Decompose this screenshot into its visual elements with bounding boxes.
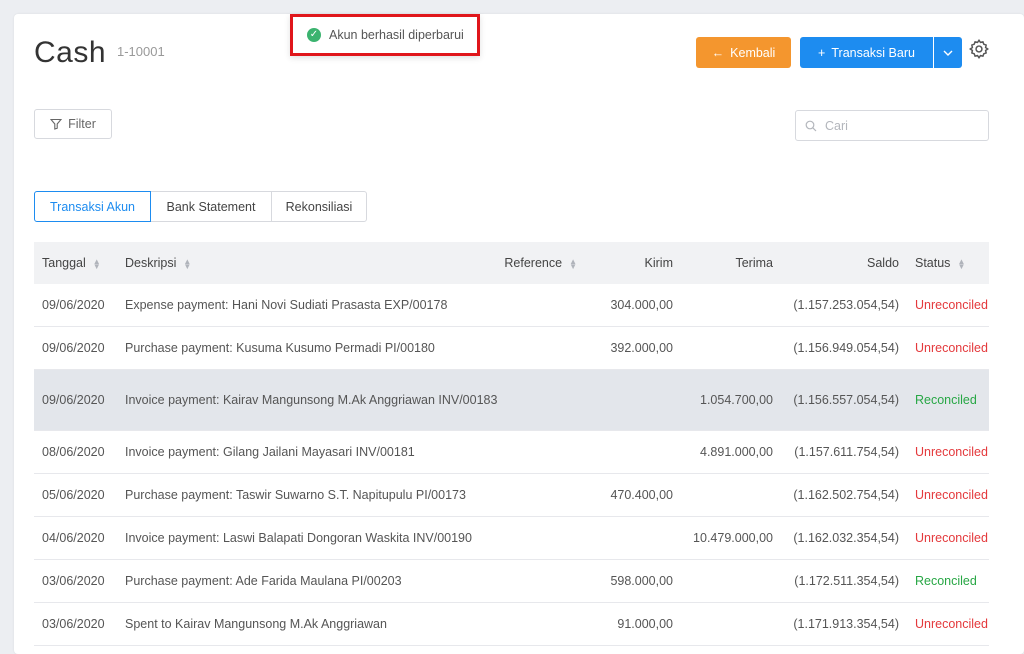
table-row[interactable]: 09/06/2020 Invoice payment: Kairav Mangun… (34, 370, 989, 431)
column-header-description[interactable]: Deskripsi ▲ ▼ (118, 254, 500, 272)
row-date: 03/06/2020 (42, 574, 105, 588)
column-header-date[interactable]: Tanggal ▲ ▼ (34, 256, 118, 270)
table-row[interactable]: 05/06/2020 Purchase payment: Taswir Suwar… (34, 474, 989, 517)
row-description: Invoice payment: Laswi Balapati Dongoran… (125, 531, 472, 545)
row-description: Expense payment: Hani Novi Sudiati Prasa… (125, 298, 448, 312)
column-header-balance: Saldo (867, 256, 899, 270)
row-balance: (1.162.502.754,54) (793, 488, 899, 502)
row-description: Invoice payment: Kairav Mangunsong M.Ak … (125, 393, 498, 407)
search-box[interactable] (795, 110, 989, 141)
success-toast: ✓ Akun berhasil diperbarui (290, 14, 480, 56)
row-sent: 598.000,00 (610, 574, 673, 588)
filter-button[interactable]: Filter (34, 109, 112, 139)
filter-label: Filter (68, 117, 96, 131)
chevron-down-icon (943, 50, 953, 56)
row-description: Purchase payment: Ade Farida Maulana PI/… (125, 574, 402, 588)
search-icon (805, 120, 817, 131)
table-header: Tanggal ▲ ▼ Deskripsi ▲ ▼ Reference ▲ ▼ Kirim … (34, 242, 989, 284)
row-received: 1.054.700,00 (700, 393, 773, 407)
tab-rekonsiliasi[interactable]: Rekonsiliasi (271, 191, 367, 222)
table-row[interactable]: 03/06/2020 Purchase payment: Ade Farida M… (34, 560, 989, 603)
row-date: 08/06/2020 (42, 445, 105, 459)
row-description: Spent to Kairav Mangunsong M.Ak Anggriaw… (125, 617, 387, 631)
row-balance: (1.156.949.054,54) (793, 341, 899, 355)
row-status[interactable]: Unreconciled (899, 617, 989, 631)
row-sent: 91.000,00 (617, 617, 673, 631)
sort-icon: ▲ ▼ (957, 256, 966, 271)
row-balance: (1.162.032.354,54) (793, 531, 899, 545)
column-header-status[interactable]: Status ▲ ▼ (899, 256, 989, 270)
table-row[interactable]: 09/06/2020 Expense payment: Hani Novi Sud… (34, 284, 989, 327)
row-balance: (1.171.913.354,54) (793, 617, 899, 631)
row-sent: 392.000,00 (610, 341, 673, 355)
row-sent: 304.000,00 (610, 298, 673, 312)
settings-gear-icon[interactable] (968, 38, 990, 60)
row-date: 09/06/2020 (42, 393, 105, 407)
toast-message: Akun berhasil diperbarui (329, 28, 464, 42)
search-input[interactable] (823, 117, 977, 134)
back-button[interactable]: ← Kembali (696, 37, 791, 68)
sort-icon: ▲ ▼ (183, 256, 192, 271)
check-circle-icon: ✓ (307, 28, 321, 42)
row-sent: 470.400,00 (610, 488, 673, 502)
column-reference-label: Reference (504, 256, 563, 270)
column-status-label: Status (915, 256, 951, 270)
table-row[interactable]: 09/06/2020 Purchase payment: Kusuma Kusum… (34, 327, 989, 370)
row-received: 10.479.000,00 (693, 531, 773, 545)
back-button-label: Kembali (730, 45, 776, 60)
row-description: Purchase payment: Kusuma Kusumo Permadi … (125, 341, 435, 355)
column-header-reference[interactable]: Reference ▲ ▼ (500, 256, 585, 270)
column-header-sent: Kirim (644, 256, 673, 270)
row-status[interactable]: Unreconciled (899, 298, 989, 312)
tab-bank-statement[interactable]: Bank Statement (150, 191, 272, 222)
row-balance: (1.157.611.754,54) (794, 445, 899, 459)
row-balance: (1.156.557.054,54) (793, 393, 899, 407)
row-balance: (1.172.511.354,54) (794, 574, 899, 588)
tab-transaksi-akun[interactable]: Transaksi Akun (34, 191, 151, 222)
account-code: 1-10001 (117, 44, 165, 59)
row-date: 05/06/2020 (42, 488, 105, 502)
row-status[interactable]: Unreconciled (899, 445, 989, 459)
new-transaction-label: Transaksi Baru (831, 45, 915, 60)
row-date: 09/06/2020 (42, 298, 105, 312)
row-status[interactable]: Unreconciled (899, 341, 989, 355)
table-row[interactable]: 08/06/2020 Invoice payment: Gilang Jailan… (34, 431, 989, 474)
table-body: 09/06/2020 Expense payment: Hani Novi Sud… (34, 284, 989, 646)
row-status[interactable]: Unreconciled (899, 488, 989, 502)
row-balance: (1.157.253.054,54) (793, 298, 899, 312)
arrow-left-icon: ← (711, 45, 725, 60)
row-date: 03/06/2020 (42, 617, 105, 631)
account-tabs: Transaksi Akun Bank Statement Rekonsilia… (34, 191, 367, 222)
row-received: 4.891.000,00 (700, 445, 773, 459)
row-date: 09/06/2020 (42, 341, 105, 355)
transactions-table: Tanggal ▲ ▼ Deskripsi ▲ ▼ Reference ▲ ▼ Kirim … (34, 242, 989, 646)
table-row[interactable]: 03/06/2020 Spent to Kairav Mangunsong M.A… (34, 603, 989, 646)
row-description: Purchase payment: Taswir Suwarno S.T. Na… (125, 488, 466, 502)
row-status[interactable]: Reconciled (899, 393, 989, 407)
sort-icon: ▲ ▼ (569, 256, 577, 271)
row-description: Invoice payment: Gilang Jailani Mayasari… (125, 445, 415, 459)
row-status[interactable]: Reconciled (899, 574, 989, 588)
row-date: 04/06/2020 (42, 531, 105, 545)
new-transaction-button[interactable]: + Transaksi Baru (800, 37, 933, 68)
column-description-label: Deskripsi (125, 256, 177, 270)
filter-icon (50, 118, 63, 130)
column-date-label: Tanggal (42, 256, 86, 270)
column-header-received: Terima (735, 256, 773, 270)
sort-icon: ▲ ▼ (92, 256, 101, 271)
row-status[interactable]: Unreconciled (899, 531, 989, 545)
table-row[interactable]: 04/06/2020 Invoice payment: Laswi Balapat… (34, 517, 989, 560)
page-title: Cash (34, 36, 107, 69)
plus-icon: + (818, 45, 826, 60)
new-transaction-dropdown-button[interactable] (934, 37, 962, 68)
